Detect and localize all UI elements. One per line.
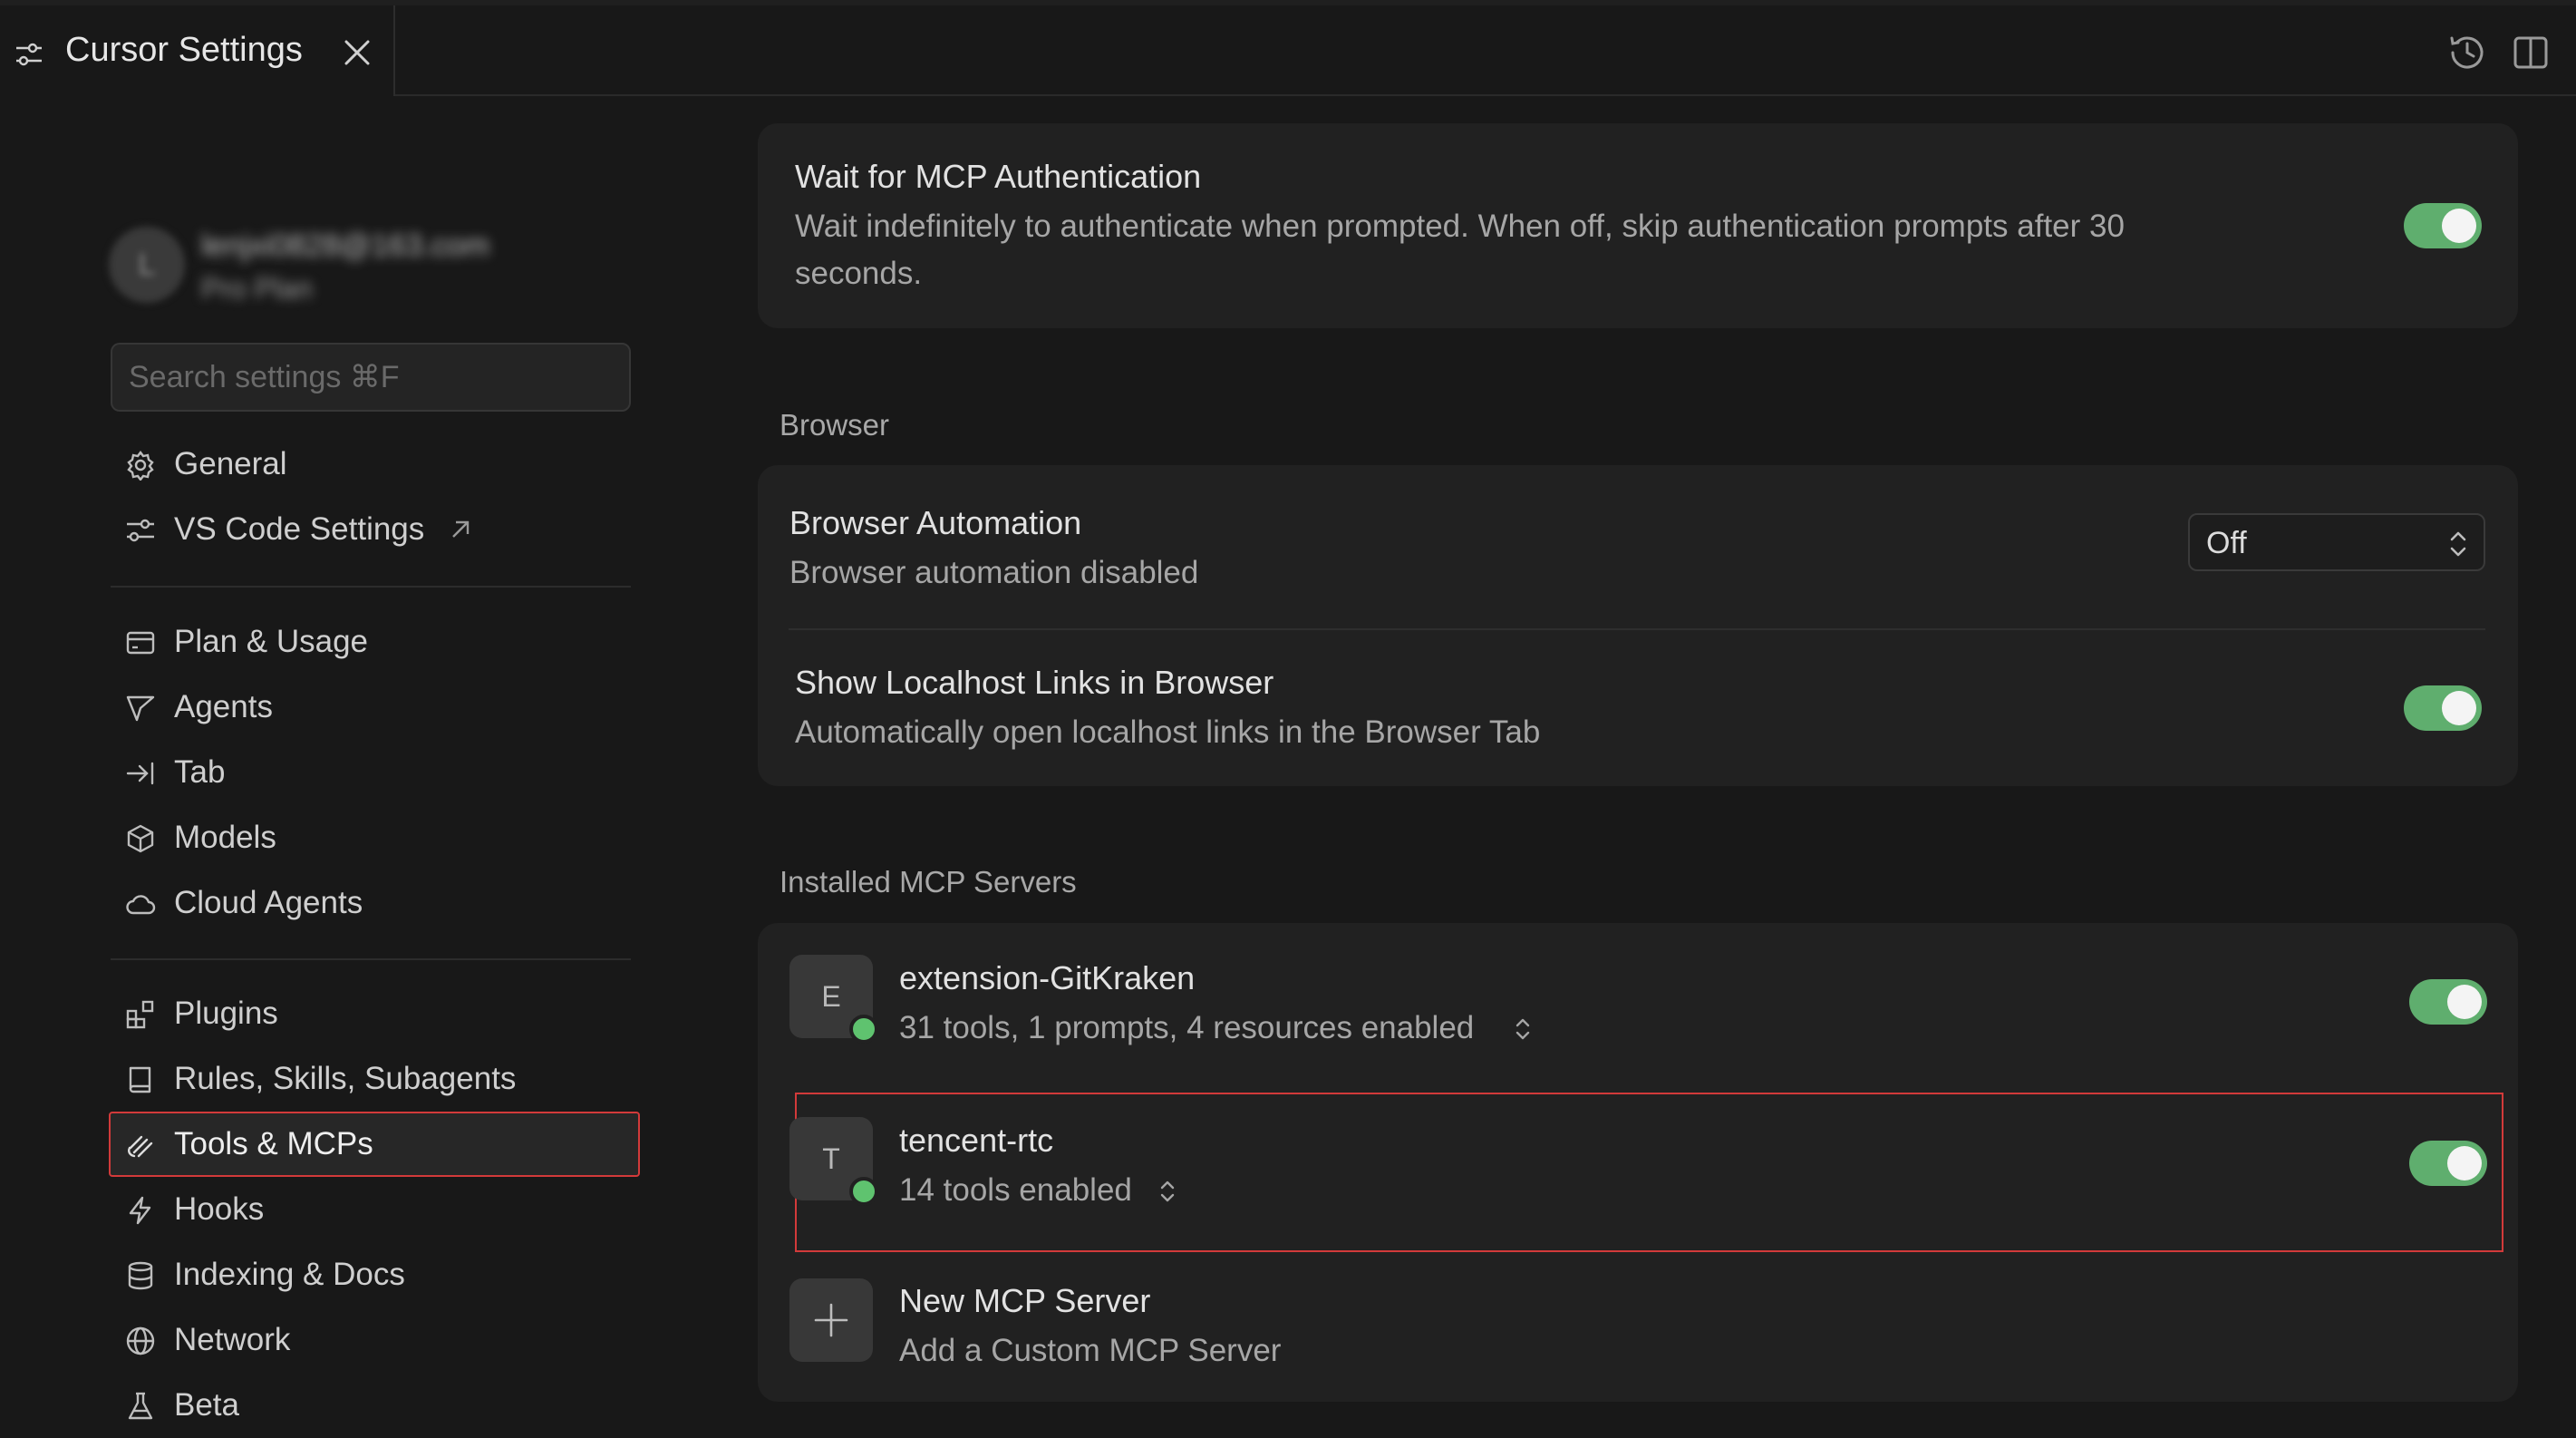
tab-bar: Cursor Settings — [0, 5, 2576, 96]
chevron-up-down-icon[interactable] — [1157, 1177, 1178, 1206]
send-icon — [126, 695, 155, 722]
mcp-section-label: Installed MCP Servers — [780, 865, 1077, 899]
sidebar-item-vscode-settings[interactable]: VS Code Settings — [111, 499, 636, 562]
arrow-bar-icon — [126, 762, 154, 785]
wait-mcp-title: Wait for MCP Authentication — [795, 158, 1202, 195]
new-mcp-server-title[interactable]: New MCP Server — [899, 1282, 1150, 1320]
close-icon[interactable] — [341, 36, 373, 69]
sidebar-item-tools-mcps[interactable]: Tools & MCPs — [109, 1112, 640, 1177]
sidebar-item-general[interactable]: General — [111, 433, 636, 497]
new-mcp-server-desc: Add a Custom MCP Server — [899, 1333, 1282, 1368]
plus-icon — [814, 1303, 848, 1337]
account-email: lenjxi0828@163.com — [201, 228, 490, 263]
server-summary-gitkraken[interactable]: 31 tools, 1 prompts, 4 resources enabled — [899, 1005, 1474, 1052]
sidebar-item-plan-usage[interactable]: Plan & Usage — [111, 611, 636, 675]
sidebar-item-tab[interactable]: Tab — [111, 742, 636, 805]
sidebar-item-agents[interactable]: Agents — [111, 676, 636, 740]
status-dot — [849, 1015, 878, 1044]
localhost-links-desc: Automatically open localhost links in th… — [795, 714, 1541, 750]
globe-icon — [126, 1326, 155, 1355]
wait-mcp-desc-line2: seconds. — [795, 256, 923, 291]
history-icon[interactable] — [2447, 33, 2487, 73]
toggle-knob — [2447, 985, 2482, 1019]
browser-row-divider — [789, 628, 2485, 630]
localhost-links-title: Show Localhost Links in Browser — [795, 664, 1274, 701]
browser-section-label: Browser — [780, 408, 890, 442]
server-toggle-tencent-rtc[interactable] — [2409, 1141, 2487, 1186]
sidebar-item-plugins[interactable]: Plugins — [111, 983, 636, 1046]
tab-cursor-settings[interactable]: Cursor Settings — [0, 5, 395, 96]
browser-automation-title: Browser Automation — [789, 504, 1082, 541]
server-avatar-gitkraken: E — [789, 955, 878, 1044]
split-editor-icon[interactable] — [2511, 33, 2551, 73]
account-plan: Pro Plan — [201, 272, 313, 305]
database-icon — [128, 1261, 153, 1290]
status-dot — [849, 1177, 878, 1206]
tab-title: Cursor Settings — [65, 31, 303, 69]
sidebar-item-cloud-agents[interactable]: Cloud Agents — [111, 872, 636, 936]
sidebar-item-beta[interactable]: Beta — [111, 1375, 636, 1438]
external-link-icon — [452, 520, 470, 538]
sidebar-divider — [111, 958, 631, 960]
sidebar-item-hooks[interactable]: Hooks — [111, 1179, 636, 1242]
server-summary-tencent-rtc[interactable]: 14 tools enabled — [899, 1167, 1132, 1214]
server-avatar-tencent-rtc: T — [789, 1117, 878, 1206]
toggle-knob — [2447, 1146, 2482, 1181]
chevron-up-down-icon — [2450, 531, 2466, 557]
browser-automation-desc: Browser automation disabled — [789, 555, 1199, 590]
sidebar-item-network[interactable]: Network — [111, 1309, 636, 1373]
cube-icon — [127, 824, 154, 853]
chevron-up-down-icon[interactable] — [1512, 1015, 1534, 1044]
card-icon — [126, 631, 155, 655]
new-mcp-server-button[interactable] — [789, 1278, 873, 1362]
server-toggle-gitkraken[interactable] — [2409, 979, 2487, 1025]
tools-icon — [128, 1135, 153, 1158]
toggle-knob — [2442, 209, 2476, 243]
toggle-knob — [2442, 691, 2476, 725]
wait-mcp-toggle[interactable] — [2404, 203, 2482, 248]
sidebar-divider — [111, 586, 631, 588]
browser-automation-select[interactable]: Off — [2188, 513, 2485, 571]
sliders-icon — [127, 519, 154, 542]
cloud-icon — [126, 895, 156, 915]
book-icon — [129, 1066, 151, 1093]
bolt-icon — [129, 1196, 151, 1225]
localhost-links-toggle[interactable] — [2404, 685, 2482, 731]
sidebar-item-models[interactable]: Models — [111, 807, 636, 870]
sidebar-item-indexing-docs[interactable]: Indexing & Docs — [111, 1244, 636, 1307]
plugin-icon — [126, 1000, 154, 1029]
search-settings-input[interactable] — [111, 343, 631, 412]
settings-sliders-icon — [16, 43, 42, 66]
server-name-gitkraken: extension-GitKraken — [899, 959, 1196, 996]
gear-icon — [127, 451, 154, 481]
flask-icon — [128, 1392, 153, 1420]
wait-mcp-desc-line1: Wait indefinitely to authenticate when p… — [795, 209, 2125, 244]
sidebar-item-rules[interactable]: Rules, Skills, Subagents — [111, 1048, 636, 1112]
avatar[interactable]: L — [109, 227, 185, 303]
server-name-tencent-rtc: tencent-rtc — [899, 1122, 1054, 1159]
